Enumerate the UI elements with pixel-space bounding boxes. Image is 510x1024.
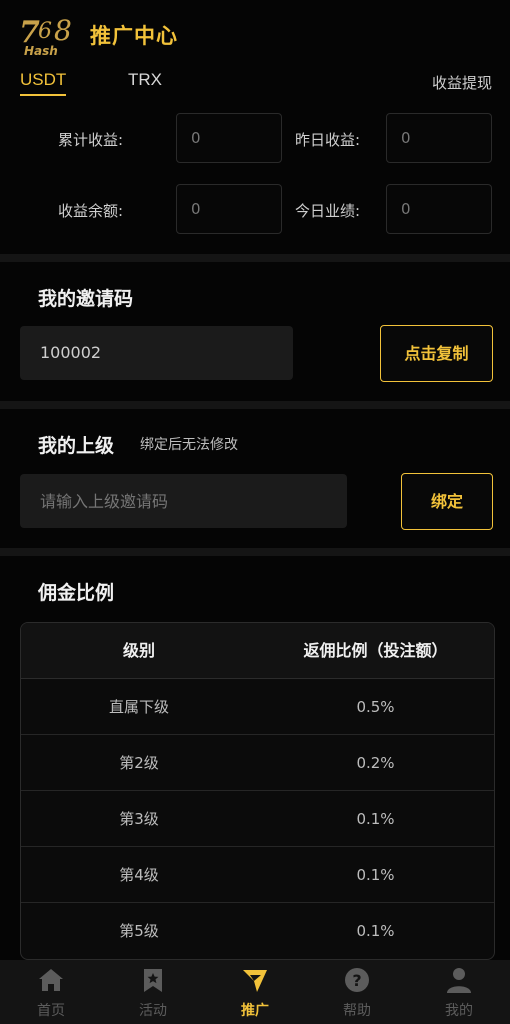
today-performance-label: 今日业绩: xyxy=(295,202,361,220)
invite-code-field: 100002 xyxy=(20,326,293,380)
currency-tabs: USDT TRX 收益提现 xyxy=(0,64,510,104)
header-level: 级别 xyxy=(122,641,155,660)
copy-button[interactable]: 点击复制 xyxy=(380,325,493,382)
svg-text:6: 6 xyxy=(38,19,52,44)
superior-title: 我的上级 xyxy=(38,435,115,457)
yesterday-earnings-value: 0 xyxy=(386,113,492,163)
row-rate: 0.5% xyxy=(356,698,395,716)
row-level: 第2级 xyxy=(119,754,159,772)
nav-help[interactable]: ? 帮助 xyxy=(306,960,408,1024)
nav-label: 帮助 xyxy=(343,1003,371,1019)
home-icon xyxy=(39,969,63,991)
table-row: 直属下级 0.5% xyxy=(21,679,494,735)
section-divider xyxy=(0,254,510,262)
brand-logo: 7 6 8 Hash xyxy=(19,14,72,58)
paper-plane-icon xyxy=(243,970,267,992)
row-level: 第3级 xyxy=(119,810,159,828)
table-row: 第4级 0.1% xyxy=(21,847,494,903)
page-title: 推广中心 xyxy=(90,24,178,48)
today-performance-value: 0 xyxy=(386,184,492,234)
nav-label: 首页 xyxy=(37,1003,65,1019)
svg-text:?: ? xyxy=(352,971,361,990)
commission-table: 级别 返佣比例（投注额） 直属下级 0.5% 第2级 0.2% 第3级 0.1%… xyxy=(20,622,495,960)
superior-code-input[interactable] xyxy=(20,474,347,528)
balance-label: 收益余额: xyxy=(58,202,124,220)
bottom-nav: 首页 活动 推广 ? 帮助 我的 xyxy=(0,960,510,1024)
user-icon xyxy=(447,968,471,993)
row-level: 第4级 xyxy=(119,866,159,884)
header: 7 6 8 Hash 推广中心 xyxy=(0,0,510,64)
nav-label: 活动 xyxy=(139,1003,167,1019)
nav-promote[interactable]: 推广 xyxy=(204,960,306,1024)
svg-text:Hash: Hash xyxy=(24,44,58,58)
balance-value: 0 xyxy=(176,184,282,234)
bind-button[interactable]: 绑定 xyxy=(401,473,493,530)
svg-text:8: 8 xyxy=(54,14,72,47)
table-header: 级别 返佣比例（投注额） xyxy=(21,623,494,679)
row-rate: 0.1% xyxy=(356,810,395,828)
nav-label: 推广 xyxy=(241,1003,269,1019)
row-rate: 0.2% xyxy=(356,754,395,772)
tab-trx[interactable]: TRX xyxy=(128,70,162,90)
yesterday-earnings-label: 昨日收益: xyxy=(295,131,361,149)
nav-home[interactable]: 首页 xyxy=(0,960,102,1024)
total-earnings-label: 累计收益: xyxy=(58,131,124,149)
nav-activity[interactable]: 活动 xyxy=(102,960,204,1024)
nav-label: 我的 xyxy=(445,1003,473,1019)
header-rate: 返佣比例（投注额） xyxy=(303,641,448,660)
row-rate: 0.1% xyxy=(356,866,395,884)
table-row: 第3级 0.1% xyxy=(21,791,494,847)
row-level: 直属下级 xyxy=(108,698,169,716)
help-icon: ? xyxy=(345,968,369,992)
row-rate: 0.1% xyxy=(356,922,395,940)
nav-mine[interactable]: 我的 xyxy=(408,960,510,1024)
tab-usdt[interactable]: USDT xyxy=(20,70,67,96)
table-row: 第2级 0.2% xyxy=(21,735,494,791)
invite-code-title: 我的邀请码 xyxy=(38,288,134,310)
commission-title: 佣金比例 xyxy=(38,582,115,604)
section-divider xyxy=(0,401,510,409)
bookmark-icon xyxy=(144,969,162,992)
superior-subtitle: 绑定后无法修改 xyxy=(140,437,238,453)
table-row: 第5级 0.1% xyxy=(21,903,494,959)
row-level: 第5级 xyxy=(119,922,159,940)
total-earnings-value: 0 xyxy=(176,113,282,163)
section-divider xyxy=(0,548,510,556)
withdraw-link[interactable]: 收益提现 xyxy=(432,72,492,93)
earnings-stats: 累计收益: 0 昨日收益: 0 收益余额: 0 今日业绩: 0 xyxy=(0,104,510,254)
